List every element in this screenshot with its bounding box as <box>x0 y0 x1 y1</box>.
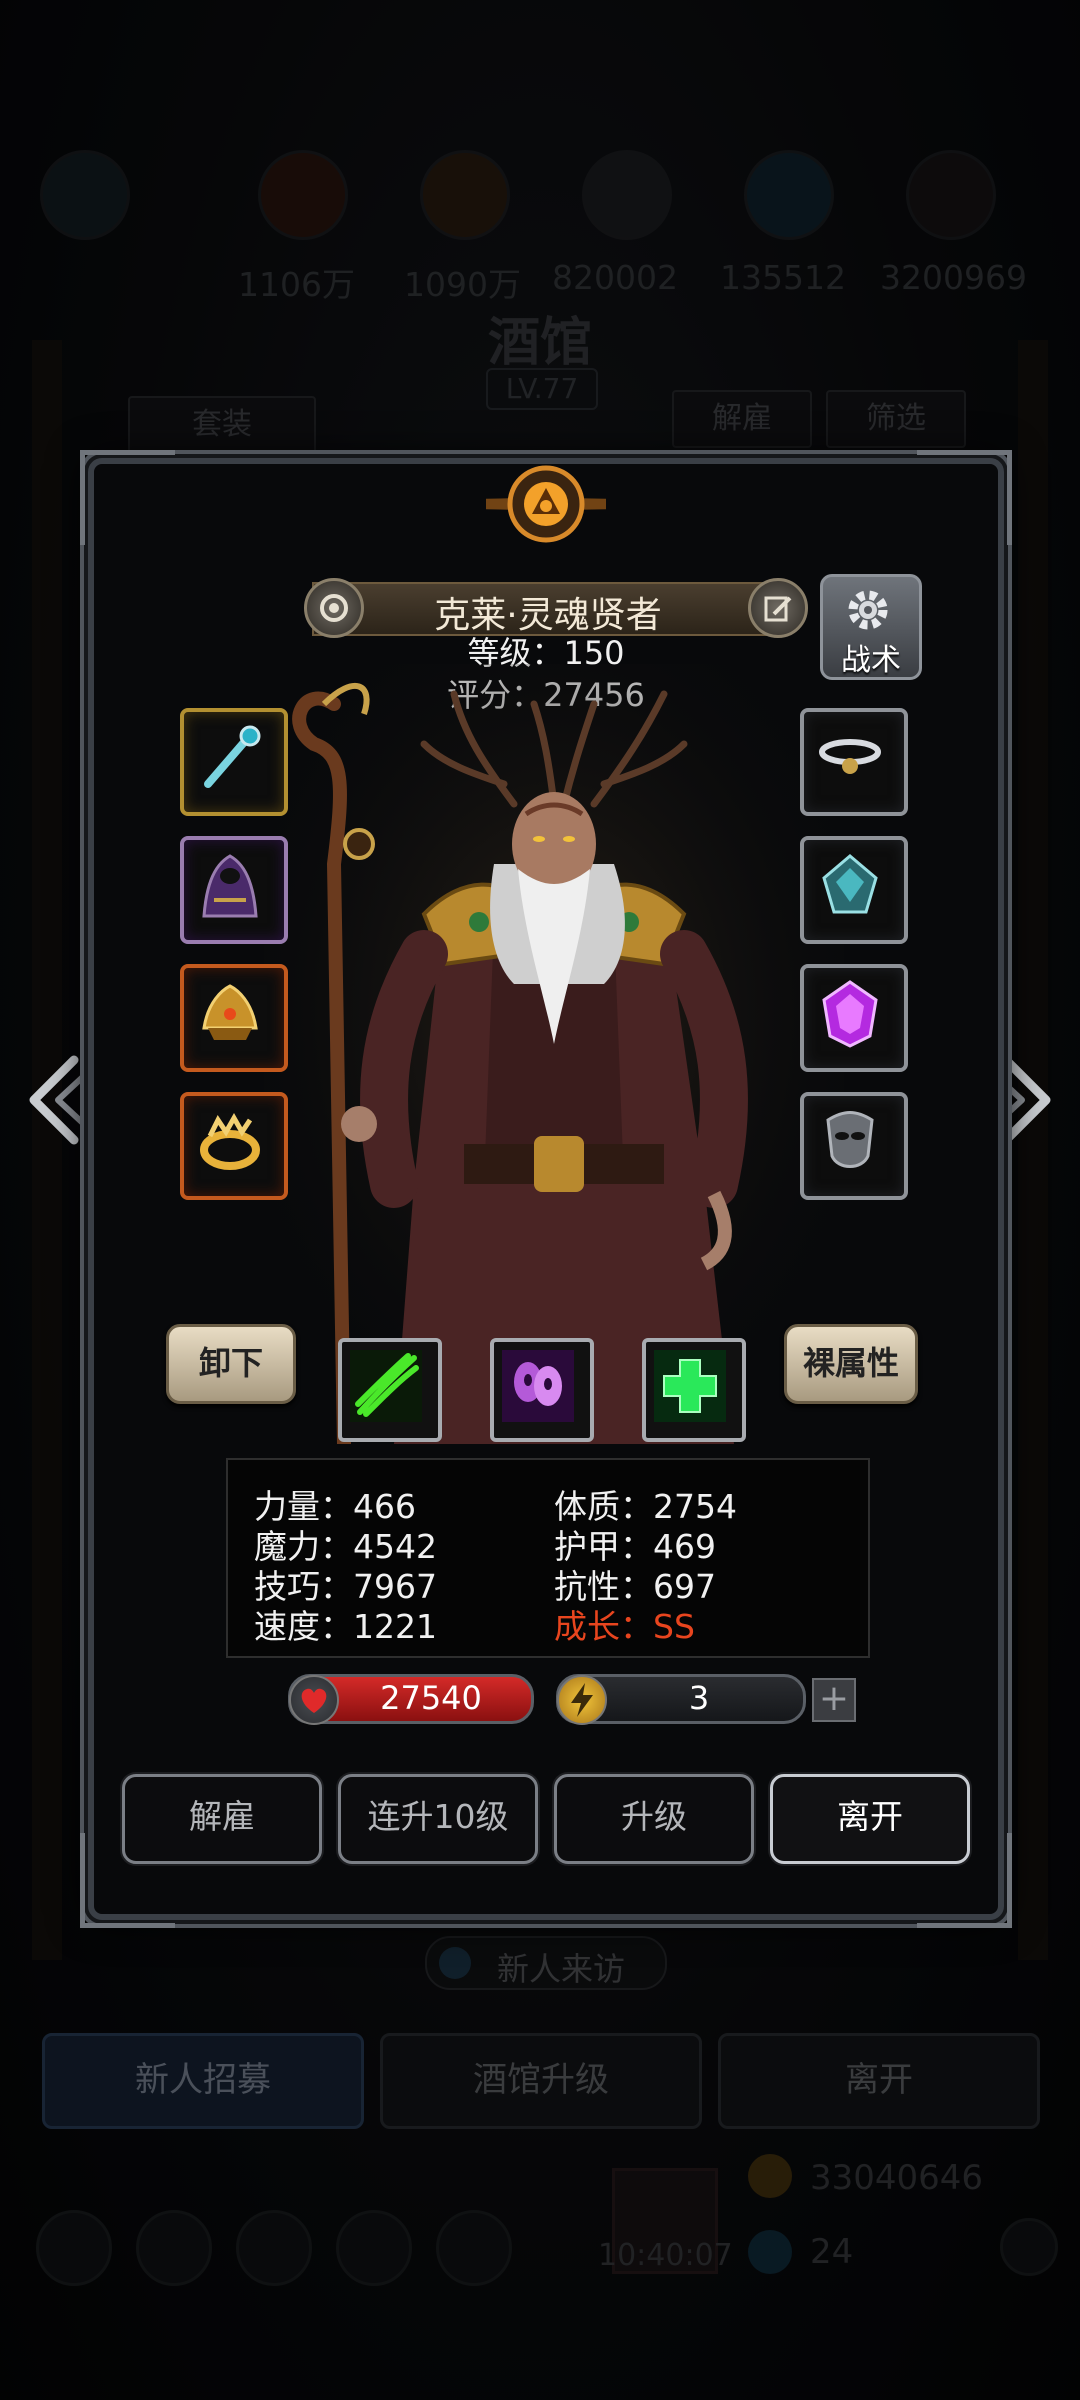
equip-slot-weapon[interactable] <box>180 708 288 816</box>
hero-portrait <box>264 664 844 1444</box>
crystal-icon <box>822 854 878 914</box>
equip-slot-crystal[interactable] <box>800 836 908 944</box>
green-claw-icon <box>350 1350 422 1422</box>
edit-icon <box>764 596 792 622</box>
hero-detail-modal: 克莱·灵魂贤者 战术 等级：150 评分：27456 <box>80 450 1012 1928</box>
stat-growth: 成长：SS <box>554 1607 695 1646</box>
staff-icon <box>204 725 261 788</box>
equip-slot-gem[interactable] <box>800 964 908 1072</box>
level-up-button[interactable]: 升级 <box>554 1774 754 1864</box>
skill-slot-3[interactable] <box>642 1338 746 1442</box>
helmet-icon <box>202 984 258 1040</box>
dismiss-hero-button[interactable]: 解雇 <box>122 1774 322 1864</box>
level-up-10-button[interactable]: 连升10级 <box>338 1774 538 1864</box>
skill-slot-1[interactable] <box>338 1338 442 1442</box>
equip-slot-armor[interactable] <box>180 836 288 944</box>
frame-corner <box>917 450 1012 545</box>
energy-bar: 3 <box>556 1674 806 1725</box>
skill-slot-2[interactable] <box>490 1338 594 1442</box>
add-energy-button[interactable]: + <box>812 1678 856 1722</box>
equip-slot-ring[interactable] <box>180 1092 288 1200</box>
hp-bar: 27540 <box>288 1674 534 1725</box>
unequip-button[interactable]: 卸下 <box>166 1324 296 1404</box>
frame-corner <box>80 450 175 545</box>
sun-emblem-icon <box>486 465 606 543</box>
equip-slot-mask[interactable] <box>800 1092 908 1200</box>
purple-spirit-icon <box>502 1350 574 1422</box>
equip-slot-necklace[interactable] <box>800 708 908 816</box>
hp-value: 27540 <box>380 1679 482 1717</box>
cloak-icon <box>202 854 258 918</box>
previous-hero-arrow-icon[interactable] <box>16 1050 90 1150</box>
leave-button[interactable]: 离开 <box>770 1774 970 1864</box>
equip-slot-helmet[interactable] <box>180 964 288 1072</box>
base-attributes-button[interactable]: 裸属性 <box>784 1324 918 1404</box>
stat-speed: 速度：1221 <box>254 1607 437 1646</box>
badge-icon <box>320 594 348 622</box>
necklace-icon <box>819 739 881 774</box>
green-cross-icon <box>654 1350 726 1422</box>
mask-icon <box>826 1111 874 1168</box>
purple-gem-icon <box>822 980 878 1048</box>
hero-stats-panel: 力量：466 魔力：4542 技巧：7967 速度：1221 体质：2754 护… <box>226 1458 870 1658</box>
energy-value: 3 <box>688 1679 710 1717</box>
ring-icon <box>200 1112 260 1170</box>
